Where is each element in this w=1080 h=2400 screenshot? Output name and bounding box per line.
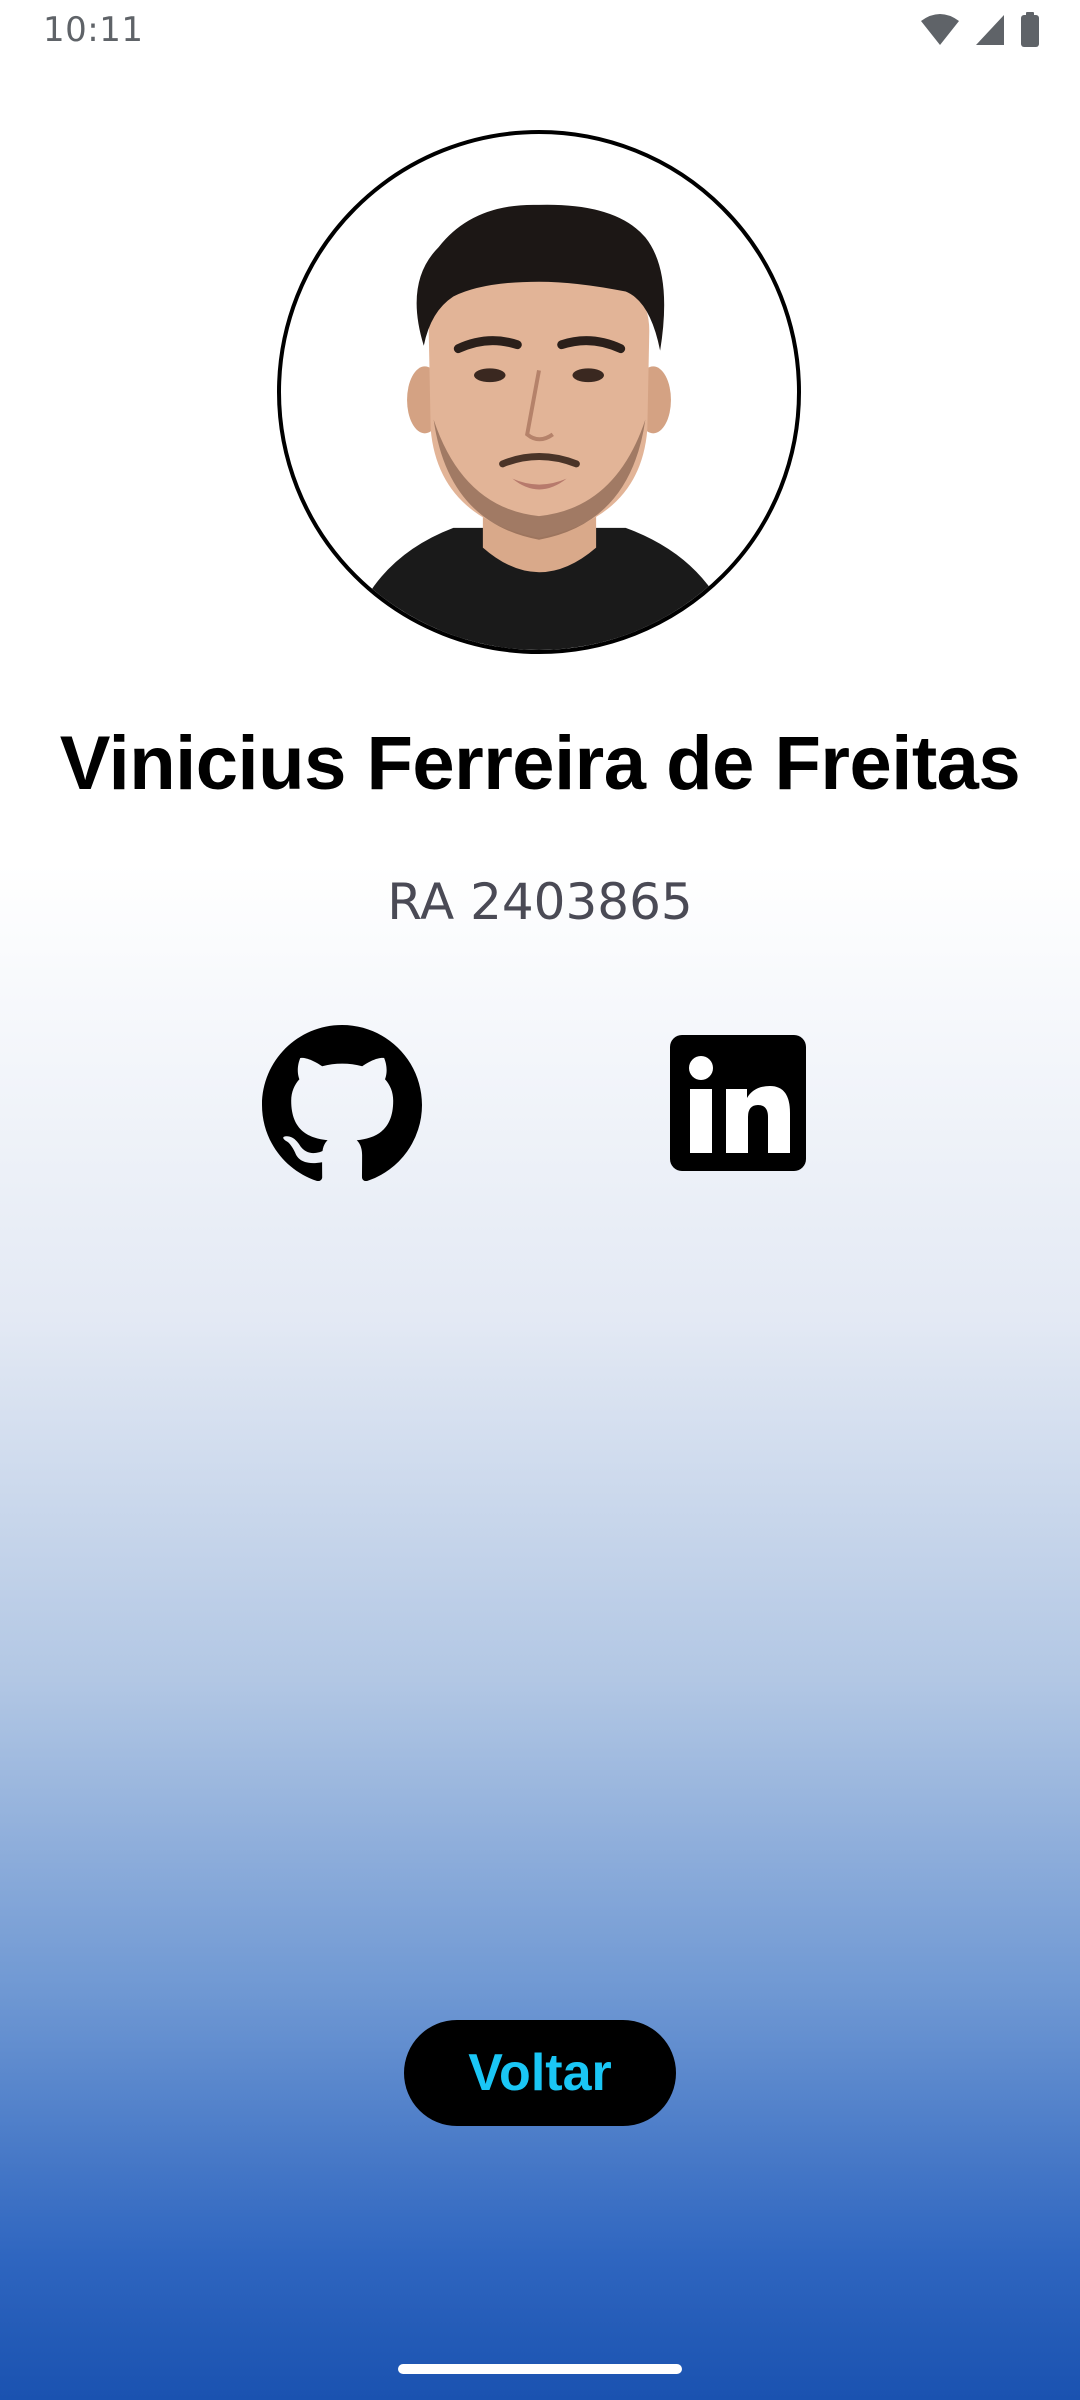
linkedin-link[interactable] <box>670 1035 806 1171</box>
profile-screen: 10:11 Vinicius Ferreira de Freitas RA 24… <box>0 0 1080 2400</box>
profile-name: Vinicius Ferreira de Freitas <box>59 721 1021 806</box>
profile-ra: RA 2403865 <box>387 873 693 931</box>
cell-signal-icon <box>974 13 1006 47</box>
status-icons <box>920 12 1040 48</box>
back-button[interactable]: Voltar <box>404 2020 676 2126</box>
profile-photo <box>345 204 739 650</box>
avatar <box>277 130 801 654</box>
status-bar: 10:11 <box>0 0 1080 64</box>
battery-icon <box>1020 12 1040 48</box>
linkedin-icon <box>670 1035 806 1171</box>
wifi-icon <box>920 13 960 47</box>
github-icon <box>262 1025 422 1185</box>
gesture-bar[interactable] <box>398 2364 682 2374</box>
status-time: 10:11 <box>43 10 144 50</box>
github-link[interactable] <box>262 1025 422 1185</box>
